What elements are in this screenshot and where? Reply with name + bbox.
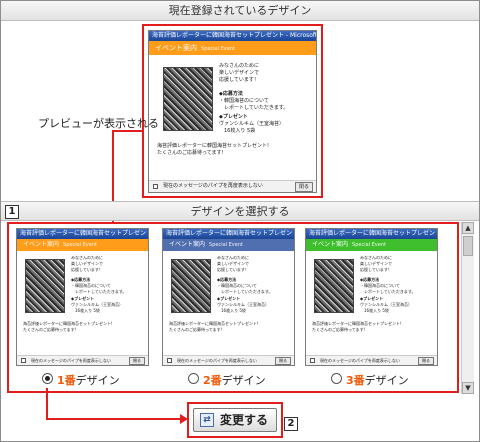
refresh-icon: ⇄ <box>200 413 214 427</box>
option-close-button[interactable]: 閉る <box>275 357 291 365</box>
option-number: 1番 <box>57 374 76 387</box>
option-footer-text: 海苔評価レポーターに韓国海苔セットプレゼント! たくさんのご応募待ってます! <box>23 321 113 332</box>
option-close-button[interactable]: 閉る <box>418 357 434 365</box>
hide-message-checkbox[interactable] <box>153 184 158 189</box>
option-header: イベント案内 Special Event <box>17 239 148 251</box>
design-option-2-preview[interactable]: 海苔評価レポーターに韓国海苔セットプレゼント - Microsoftイベント案内… <box>162 228 295 366</box>
design-option-1-label[interactable]: 1番デザイン <box>57 372 120 388</box>
design-option-1-radio[interactable] <box>42 373 53 384</box>
option-titlebar: 海苔評価レポーターに韓国海苔セットプレゼント - Microsoft <box>17 229 148 239</box>
preview-footer-bar: 現在のメッセージのパイプを再度表示しない 閉る <box>149 180 316 192</box>
design-option-1-preview[interactable]: 海苔評価レポーターに韓国海苔セットプレゼント - Microsoftイベント案内… <box>16 228 149 366</box>
option-header: イベント案内 Special Event <box>306 239 437 251</box>
option-titlebar: 海苔評価レポーターに韓国海苔セットプレゼント - Microsoft <box>163 229 294 239</box>
option-hide-checkbox[interactable] <box>310 358 315 363</box>
option-footer-text: 海苔評価レポーターに韓国海苔セットプレゼント! たくさんのご応募待ってます! <box>312 321 402 332</box>
option-header-sub: Special Event <box>209 242 243 248</box>
option-footer-bar: 現在のメッセージのパイプを再度表示しない 閉る <box>163 355 294 365</box>
change-button[interactable]: ⇄ 変更する <box>193 408 277 432</box>
option-suffix: デザイン <box>75 374 120 387</box>
option-product-image <box>25 259 65 313</box>
option-present-body: ヴァンシルキム（王室海苔） 16枚入り 5袋 <box>71 302 123 313</box>
option-hide-label: 現在のメッセージのパイプを再度表示しない <box>177 358 257 363</box>
option-header-title: イベント案内 <box>23 241 60 248</box>
option-hide-label: 現在のメッセージのパイプを再度表示しない <box>320 358 400 363</box>
option-hide-checkbox[interactable] <box>167 358 172 363</box>
option-close-button[interactable]: 閉る <box>129 357 145 365</box>
option-suffix: デザイン <box>364 374 409 387</box>
option-method-body: ・韓国海苔のについて レポートしていただきます。 <box>360 283 416 294</box>
change-button-label: 変更する <box>220 413 269 427</box>
option-suffix: デザイン <box>221 374 266 387</box>
option-present-body: ヴァンシルキム（王室海苔） 16枚入り 5袋 <box>217 302 269 313</box>
option-number: 3番 <box>346 374 365 387</box>
design-option-2-radio[interactable] <box>188 373 199 384</box>
option-method-body: ・韓国海苔のについて レポートしていただきます。 <box>217 283 273 294</box>
preview-header: イベント案内 Special Event <box>149 41 316 55</box>
option-number: 2番 <box>203 374 222 387</box>
hide-message-label: 現在のメッセージのパイプを再度表示しない <box>163 183 263 189</box>
preview-method-body: ・韓国海苔のについて レポートしていただきます。 <box>219 98 289 111</box>
option-hide-label: 現在のメッセージのパイプを再度表示しない <box>31 358 111 363</box>
preview-note: プレビューが表示される <box>38 117 159 130</box>
scroll-thumb[interactable] <box>463 236 473 256</box>
option-present-body: ヴァンシルキム（王室海苔） 16枚入り 5袋 <box>360 302 412 313</box>
preview-footer-text: 海苔評価レポーターに韓国海苔セットプレゼント! たくさんのご応募待ってます! <box>157 143 270 156</box>
option-method-body: ・韓国海苔のについて レポートしていただきます。 <box>71 283 127 294</box>
option-intro: みなさんのために 楽しいデザインで 応援しています！ <box>360 255 392 272</box>
scroll-up-arrow-icon[interactable]: ▲ <box>462 222 474 234</box>
scroll-down-arrow-icon[interactable]: ▼ <box>462 382 474 394</box>
design-option-3-preview[interactable]: 海苔評価レポーターに韓国海苔セットプレゼント - Microsoftイベント案内… <box>305 228 438 366</box>
preview-method-heading: ◆応募方法 <box>219 91 243 97</box>
option-header-sub: Special Event <box>63 242 97 248</box>
preview-header-sub: Special Event <box>201 46 235 52</box>
option-header: イベント案内 Special Event <box>163 239 294 251</box>
preview-header-title: イベント案内 <box>155 44 197 52</box>
preview-titlebar: 海苔評価レポーターに韓国海苔セットプレゼント - Microsoft <box>149 31 316 41</box>
option-product-image <box>171 259 211 313</box>
option-footer-text: 海苔評価レポーターに韓国海苔セットプレゼント! たくさんのご応募待ってます! <box>169 321 259 332</box>
preview-present-body: ヴァンシルキム（王室海苔） 16枚入り 5袋 <box>219 121 285 134</box>
option-header-sub: Special Event <box>352 242 386 248</box>
preview-close-button[interactable]: 閉る <box>294 182 313 192</box>
product-image <box>163 67 213 131</box>
option-footer-bar: 現在のメッセージのパイプを再度表示しない 閉る <box>306 355 437 365</box>
option-titlebar: 海苔評価レポーターに韓国海苔セットプレゼント - Microsoft <box>306 229 437 239</box>
step-badge-2: 2 <box>284 417 298 431</box>
design-option-2-label[interactable]: 2番デザイン <box>203 372 266 388</box>
current-preview-window: 海苔評価レポーターに韓国海苔セットプレゼント - Microsoft イベント案… <box>148 30 317 193</box>
design-option-3-radio[interactable] <box>331 373 342 384</box>
option-footer-bar: 現在のメッセージのパイプを再度表示しない 閉る <box>17 355 148 365</box>
connector-to-button <box>46 388 48 419</box>
preview-intro: みなさんのために 楽しいデザインで 応援しています！ <box>219 63 260 83</box>
current-design-header: 現在登録されているデザイン <box>1 1 479 21</box>
option-header-title: イベント案内 <box>169 241 206 248</box>
option-header-title: イベント案内 <box>312 241 349 248</box>
options-scrollbar[interactable]: ▲ ▼ <box>461 222 474 394</box>
option-hide-checkbox[interactable] <box>21 358 26 363</box>
connector-note-to-preview <box>112 130 142 132</box>
option-intro: みなさんのために 楽しいデザインで 応援しています！ <box>71 255 103 272</box>
preview-present-heading: ◆プレゼント <box>219 114 248 120</box>
option-intro: みなさんのために 楽しいデザインで 応援しています！ <box>217 255 249 272</box>
option-product-image <box>314 259 354 313</box>
design-option-3-label[interactable]: 3番デザイン <box>346 372 409 388</box>
step-badge-1: 1 <box>5 205 19 219</box>
connector-horizontal <box>46 418 182 420</box>
select-design-header: デザインを選択する <box>1 201 479 221</box>
